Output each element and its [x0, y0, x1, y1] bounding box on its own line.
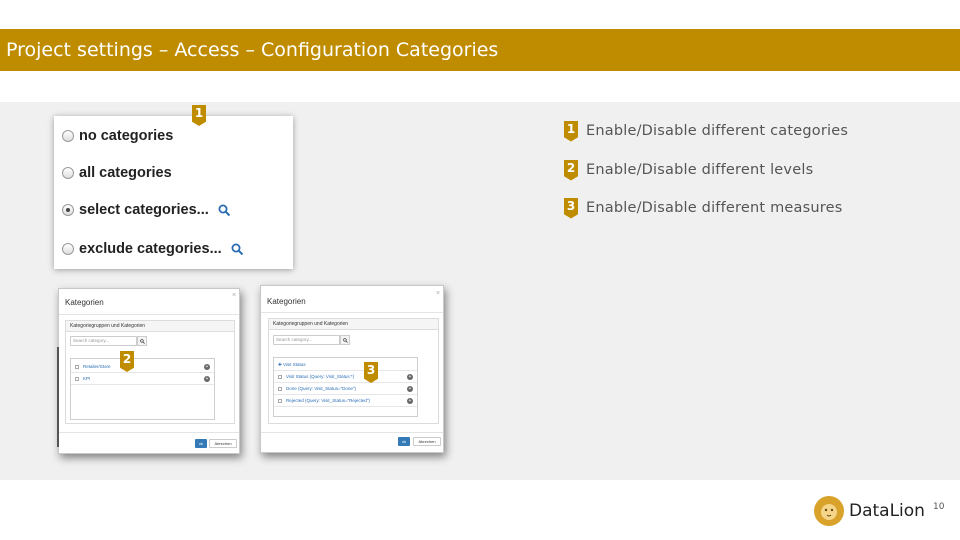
- checkbox[interactable]: [278, 387, 282, 391]
- datalion-logo: DataLion: [814, 496, 925, 526]
- category-list: Retailer/Store + KPI +: [70, 358, 215, 420]
- list-item-label: Visit Status (Query: Visit_Status:*): [286, 374, 355, 379]
- list-item-label: Retailer/Store: [83, 364, 111, 369]
- list-item[interactable]: Retailer/Store +: [71, 361, 214, 373]
- panel-heading: Kategoriegruppen und Kategorien: [66, 321, 234, 332]
- dialog-title: Kategorien: [65, 298, 104, 307]
- cancel-button[interactable]: Abrechen: [413, 437, 441, 446]
- list-item-label: Done (Query: Visit_Status="Done"): [286, 386, 357, 391]
- divider: [59, 314, 239, 315]
- expand-icon[interactable]: +: [407, 398, 413, 404]
- radio-button-checked[interactable]: [62, 204, 74, 216]
- search-icon: [343, 338, 348, 343]
- legend-marker: 3: [564, 197, 578, 219]
- category-list: ✚ Visit Status Visit Status (Query: Visi…: [273, 357, 418, 417]
- radio-button[interactable]: [62, 243, 74, 255]
- checkbox[interactable]: [75, 365, 79, 369]
- legend-marker: 2: [564, 159, 578, 181]
- category-panel: Kategoriegruppen und Kategorien Search c…: [268, 318, 439, 424]
- panel-heading: Kategoriegruppen und Kategorien: [269, 319, 438, 330]
- list-item[interactable]: Done (Query: Visit_Status="Done") +: [274, 383, 417, 395]
- list-item[interactable]: Rejected (Query: Visit_Status="Rejected"…: [274, 395, 417, 407]
- legend-item-categories: 1 Enable/Disable different categories: [564, 120, 849, 142]
- checkbox[interactable]: [75, 377, 79, 381]
- cancel-button[interactable]: Abrechen: [209, 439, 237, 448]
- list-item[interactable]: Visit Status (Query: Visit_Status:*) +: [274, 371, 417, 383]
- radio-option-all-categories[interactable]: all categories: [62, 163, 172, 183]
- page-number: 10: [933, 502, 945, 512]
- legend-marker: 1: [564, 120, 578, 142]
- search-input[interactable]: Search category...: [70, 336, 137, 346]
- expand-icon[interactable]: +: [407, 386, 413, 392]
- expand-icon[interactable]: +: [204, 364, 210, 370]
- search-icon[interactable]: [231, 243, 244, 256]
- slide-title: Project settings – Access – Configuratio…: [6, 39, 499, 61]
- list-group-item[interactable]: ✚ Visit Status: [274, 359, 417, 371]
- ok-button[interactable]: ok: [398, 437, 410, 446]
- divider: [261, 312, 443, 313]
- ok-button[interactable]: ok: [195, 439, 207, 448]
- divider: [261, 432, 443, 433]
- logo-wordmark: DataLion: [849, 501, 925, 521]
- search-icon: [140, 339, 145, 344]
- step-marker-2: 2: [120, 351, 134, 372]
- list-item-label: Rejected (Query: Visit_Status="Rejected"…: [286, 398, 371, 403]
- checkbox[interactable]: [278, 375, 282, 379]
- list-group-label: ✚ Visit Status: [278, 362, 306, 367]
- radio-button[interactable]: [62, 130, 74, 142]
- search-button[interactable]: [137, 336, 147, 346]
- dialog-title: Kategorien: [267, 297, 306, 306]
- radio-label: exclude categories...: [79, 241, 222, 257]
- lion-logo-icon: [814, 496, 844, 526]
- step-marker-3: 3: [364, 362, 378, 383]
- legend-text: Enable/Disable different categories: [586, 123, 849, 139]
- divider: [59, 432, 239, 433]
- categories-dialog-levels: Kategorien × Kategoriegruppen und Katego…: [57, 288, 240, 454]
- search-icon[interactable]: [218, 204, 231, 217]
- slide-title-bar: Project settings – Access – Configuratio…: [0, 29, 960, 71]
- category-panel: Kategoriegruppen und Kategorien Search c…: [65, 320, 235, 424]
- legend-text: Enable/Disable different levels: [586, 162, 814, 178]
- step-marker-1: 1: [192, 105, 206, 126]
- search-button[interactable]: [340, 335, 350, 345]
- categories-dialog-measures: Kategorien × Kategoriegruppen und Katego…: [260, 285, 444, 453]
- radio-label: no categories: [79, 128, 174, 144]
- radio-label: select categories...: [79, 202, 209, 218]
- radio-option-select-categories[interactable]: select categories...: [62, 200, 231, 220]
- list-item[interactable]: KPI +: [71, 373, 214, 385]
- expand-icon[interactable]: +: [407, 374, 413, 380]
- search-input[interactable]: Search category...: [273, 335, 340, 345]
- close-icon[interactable]: ×: [232, 292, 236, 299]
- checkbox[interactable]: [278, 399, 282, 403]
- legend-item-measures: 3 Enable/Disable different measures: [564, 197, 843, 219]
- close-icon[interactable]: ×: [436, 290, 440, 297]
- radio-label: all categories: [79, 165, 172, 181]
- radio-button[interactable]: [62, 167, 74, 179]
- expand-icon[interactable]: +: [204, 376, 210, 382]
- category-mode-card: no categories all categories select cate…: [54, 116, 293, 269]
- list-item-label: KPI: [83, 376, 91, 381]
- legend-item-levels: 2 Enable/Disable different levels: [564, 159, 814, 181]
- legend-text: Enable/Disable different measures: [586, 200, 843, 216]
- radio-option-exclude-categories[interactable]: exclude categories...: [62, 239, 244, 259]
- radio-option-no-categories[interactable]: no categories: [62, 126, 173, 146]
